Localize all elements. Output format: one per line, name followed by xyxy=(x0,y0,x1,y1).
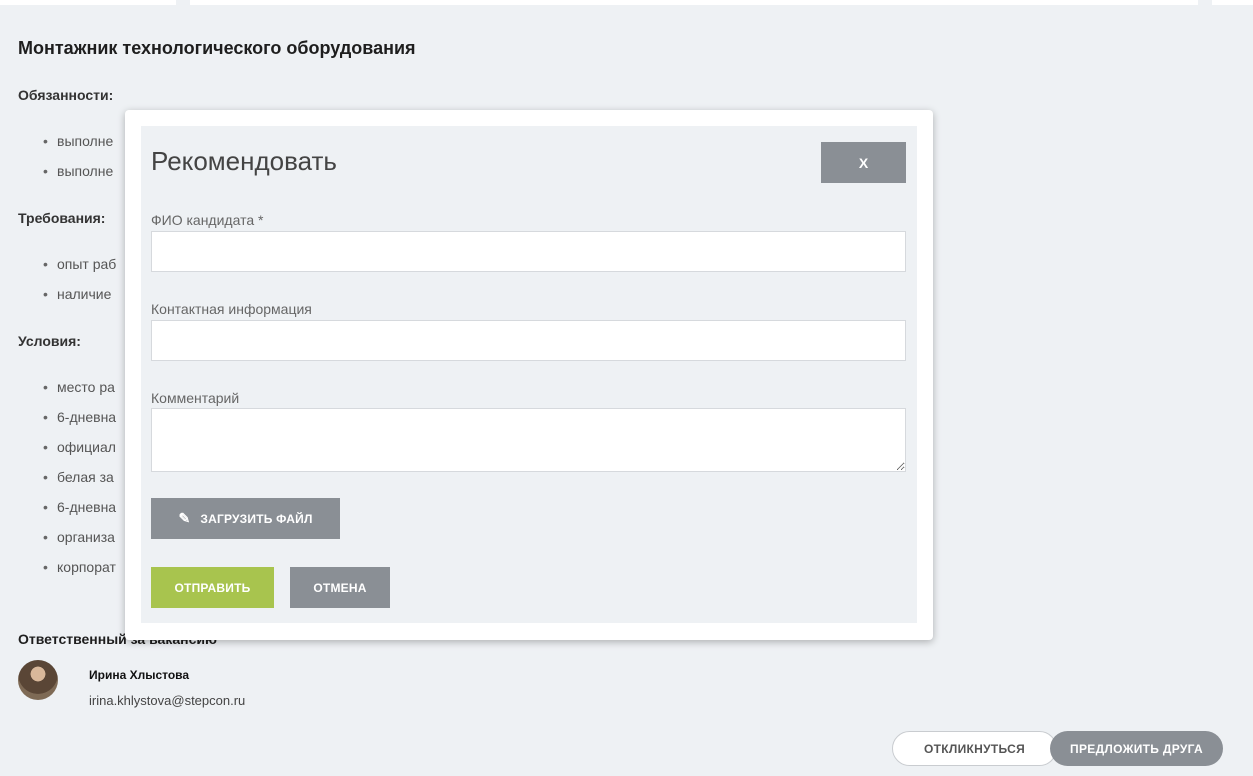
recruiter-name: Ирина Хлыстова xyxy=(89,668,190,682)
requirements-heading: Требования: xyxy=(18,210,106,226)
conditions-list: место ра 6-дневна официал белая за 6-дне… xyxy=(43,377,116,587)
duties-list: выполне выполне xyxy=(43,131,113,191)
fio-label: ФИО кандидата * xyxy=(151,212,264,228)
requirements-list: опыт раб наличие xyxy=(43,254,116,314)
comment-textarea[interactable] xyxy=(151,408,906,472)
list-item: наличие xyxy=(43,284,116,314)
top-panel-center xyxy=(190,0,1198,5)
top-panel-left xyxy=(0,0,176,5)
list-item: официал xyxy=(43,437,116,467)
contact-input[interactable] xyxy=(151,320,906,361)
list-item: корпорат xyxy=(43,557,116,587)
recommend-modal: Рекомендовать X ФИО кандидата * Контактн… xyxy=(125,110,933,640)
list-item: опыт раб xyxy=(43,254,116,284)
list-item: 6-дневна xyxy=(43,497,116,527)
comment-label: Комментарий xyxy=(151,390,240,406)
list-item: 6-дневна xyxy=(43,407,116,437)
modal-body: Рекомендовать X ФИО кандидата * Контактн… xyxy=(141,126,917,623)
pencil-icon: ✎ xyxy=(178,510,191,526)
recruiter-email[interactable]: irina.khlystova@stepcon.ru xyxy=(89,693,245,708)
fio-input[interactable] xyxy=(151,231,906,272)
list-item: организа xyxy=(43,527,116,557)
duties-heading: Обязанности: xyxy=(18,87,114,103)
upload-file-button[interactable]: ✎ ЗАГРУЗИТЬ ФАЙЛ xyxy=(151,498,340,539)
list-item: выполне xyxy=(43,161,113,191)
cancel-button[interactable]: ОТМЕНА xyxy=(290,567,390,608)
suggest-friend-button[interactable]: ПРЕДЛОЖИТЬ ДРУГА xyxy=(1050,731,1223,766)
job-title: Монтажник технологического оборудования xyxy=(18,38,416,58)
upload-file-label: ЗАГРУЗИТЬ ФАЙЛ xyxy=(200,511,313,526)
conditions-heading: Условия: xyxy=(18,333,81,349)
top-panel-right xyxy=(1212,0,1253,5)
avatar xyxy=(18,660,58,700)
contact-label: Контактная информация xyxy=(151,301,312,317)
list-item: белая за xyxy=(43,467,116,497)
list-item: место ра xyxy=(43,377,116,407)
close-button[interactable]: X xyxy=(821,142,906,183)
respond-button[interactable]: ОТКЛИКНУТЬСЯ xyxy=(892,731,1057,766)
modal-title: Рекомендовать xyxy=(151,146,337,176)
send-button[interactable]: ОТПРАВИТЬ xyxy=(151,567,274,608)
list-item: выполне xyxy=(43,131,113,161)
